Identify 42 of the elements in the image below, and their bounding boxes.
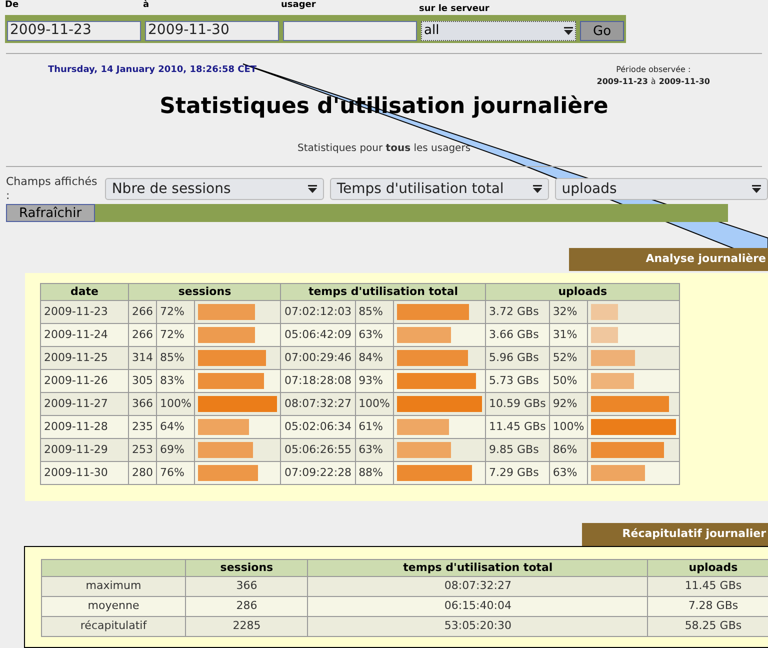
field-select[interactable]: Nbre de sessions	[104, 178, 324, 200]
table-cell: 88%	[355, 462, 394, 484]
column-header: sessions	[128, 283, 281, 300]
table-cell: 07:09:22:28	[280, 462, 356, 484]
table-cell: 280	[128, 462, 156, 484]
section-title: Récapitulatif journalier	[582, 523, 768, 546]
dropdown-icon	[532, 185, 542, 193]
table-cell: 63%	[549, 462, 588, 484]
refresh-button[interactable]: Rafraîchir	[6, 204, 95, 222]
fields-label: Champs affichés :	[6, 175, 98, 203]
field-label: à	[143, 0, 150, 12]
column-header: temps d'utilisation total	[308, 559, 648, 576]
input-field[interactable]: 2009-11-23	[7, 20, 141, 40]
field-label: sur le serveur	[419, 3, 490, 16]
section-title: Analyse journalière	[568, 248, 768, 270]
period-start: 2009-11-23	[596, 76, 648, 88]
dropdown-icon	[752, 185, 761, 193]
column-header: sessions	[186, 559, 308, 576]
column-header: temps d'utilisation total	[280, 283, 486, 300]
field-label: usager	[281, 0, 316, 12]
period-label: Période observée :	[616, 64, 691, 76]
column-header: uploads	[486, 283, 680, 300]
table-cell: 76%	[156, 462, 195, 484]
go-button[interactable]: Go	[580, 21, 624, 41]
timestamp: Thursday, 14 January 2010, 18:26:58 CET	[48, 64, 257, 77]
table-cell: 53:05:20:30	[308, 616, 648, 636]
table-cell: récapitulatif	[42, 616, 186, 636]
field-select[interactable]: uploads	[554, 178, 768, 200]
table-cell: 7.29 GBs	[486, 462, 550, 484]
field-select[interactable]: Temps d'utilisation total	[330, 178, 549, 200]
column-header: date	[40, 283, 128, 300]
input-field[interactable]	[283, 20, 417, 40]
period-connector: à	[650, 76, 656, 88]
input-field[interactable]: 2009-11-30	[145, 20, 279, 40]
table-cell: 2285	[186, 616, 308, 636]
field-label: De	[5, 0, 19, 12]
dropdown-icon	[564, 27, 573, 35]
period-end: 2009-11-30	[658, 76, 710, 88]
subtitle: Statistiques pour tous les usagers	[296, 142, 472, 156]
server-select[interactable]: all	[421, 21, 576, 41]
dropdown-icon	[308, 185, 317, 193]
table-cell: 2009-11-30	[40, 462, 128, 484]
